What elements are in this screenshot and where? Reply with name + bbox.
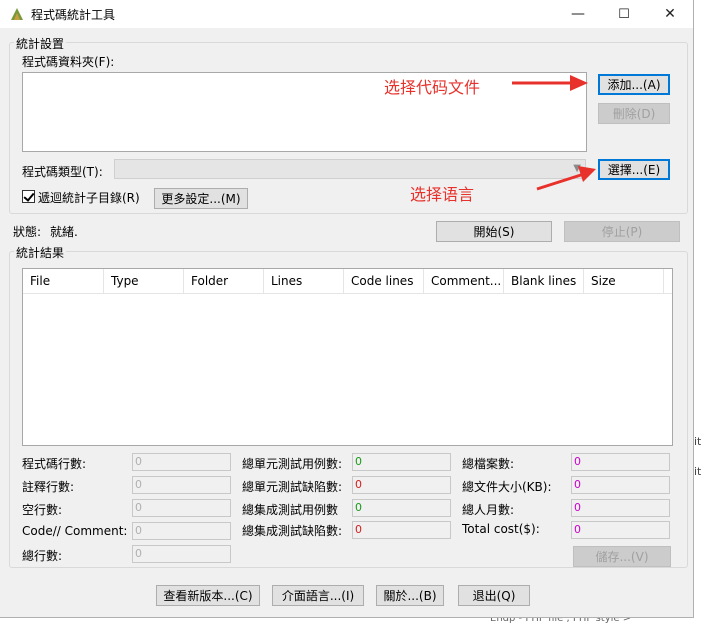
annotation-choose-language: 选择语言 xyxy=(410,185,475,204)
start-button[interactable]: 開始(S) xyxy=(436,221,552,242)
column-header-type[interactable]: Type xyxy=(104,269,184,293)
stat-value-field: 0 xyxy=(571,476,670,494)
annotation-choose-code-files: 选择代码文件 xyxy=(384,78,481,97)
stat-value-field: 0 xyxy=(132,476,231,494)
stat-value-field: 0 xyxy=(352,453,451,471)
stat-label: 總集成測試用例數 xyxy=(242,503,339,517)
stat-label: 程式碼行數: xyxy=(22,457,87,471)
add-folder-button[interactable]: 添加...(A) xyxy=(598,74,670,95)
stat-value-field: 0 xyxy=(571,521,670,539)
stat-label: 總單元測試缺陷數: xyxy=(242,480,343,494)
stat-value-field: 0 xyxy=(571,453,670,471)
red-arrow-icon xyxy=(536,166,596,191)
save-button[interactable]: 儲存...(V) xyxy=(573,546,671,567)
background-fragment-text: ityle xyxy=(694,435,701,448)
stat-label: 總檔案數: xyxy=(462,457,515,471)
title-bar: 程式碼統計工具 — ☐ ✕ xyxy=(0,0,693,28)
column-header-lines[interactable]: Lines xyxy=(264,269,344,293)
stat-label: 空行數: xyxy=(22,503,63,517)
stat-label: 總行數: xyxy=(22,549,63,563)
stat-label: 總文件大小(KB): xyxy=(462,480,552,494)
stat-label: 總單元測試用例數: xyxy=(242,457,343,471)
column-header-blank-lines[interactable]: Blank lines xyxy=(504,269,584,293)
column-header-code-lines[interactable]: Code lines xyxy=(344,269,424,293)
stat-value-field: 0 xyxy=(132,499,231,517)
stat-value-field: 0 xyxy=(132,453,231,471)
column-header-file[interactable]: File xyxy=(23,269,104,293)
column-header-folder[interactable]: Folder xyxy=(184,269,264,293)
minimize-button[interactable]: — xyxy=(555,0,601,28)
recursive-checkbox[interactable] xyxy=(22,190,35,203)
background-fragment-text: ityle xyxy=(694,465,701,478)
folder-label: 程式碼資料夾(F): xyxy=(22,55,115,69)
status-label: 狀態: xyxy=(13,225,42,239)
stat-value-field: 0 xyxy=(352,476,451,494)
stat-value-field: 0 xyxy=(352,499,451,517)
close-button[interactable]: ✕ xyxy=(647,0,693,28)
column-header-size[interactable]: Size xyxy=(584,269,664,293)
stat-value-field: 0 xyxy=(132,522,231,540)
stat-label: Code// Comment: xyxy=(22,524,128,538)
recursive-label[interactable]: 遞迴統計子目錄(R) xyxy=(38,189,140,206)
code-type-label: 程式碼類型(T): xyxy=(22,165,103,179)
column-header-comment[interactable]: Comment... xyxy=(424,269,504,293)
check-update-button[interactable]: 查看新版本...(C) xyxy=(156,585,260,606)
code-type-combo[interactable]: ▼ xyxy=(114,159,586,179)
settings-group-label: 統計設置 xyxy=(14,35,67,52)
stat-label: 總集成測試缺陷數: xyxy=(242,524,343,538)
stat-label: 註釋行數: xyxy=(22,480,75,494)
stop-button[interactable]: 停止(P) xyxy=(564,221,680,242)
stat-value-field: 0 xyxy=(352,521,451,539)
window-title: 程式碼統計工具 xyxy=(31,8,116,22)
exit-button[interactable]: 退出(Q) xyxy=(458,585,530,606)
stat-value-field: 0 xyxy=(132,545,231,563)
choose-type-button[interactable]: 選擇...(E) xyxy=(598,159,670,180)
results-table[interactable]: File Type Folder Lines Code lines Commen… xyxy=(22,268,673,446)
stat-label: 總人月數: xyxy=(462,503,515,517)
app-icon xyxy=(11,8,23,20)
results-group-label: 統計結果 xyxy=(14,244,67,261)
background-window-strip xyxy=(694,0,701,621)
about-button[interactable]: 關於...(B) xyxy=(376,585,444,606)
results-table-header: File Type Folder Lines Code lines Commen… xyxy=(23,269,672,294)
stat-label: Total cost($): xyxy=(462,522,540,536)
stat-value-field: 0 xyxy=(571,499,670,517)
maximize-button[interactable]: ☐ xyxy=(601,0,647,28)
status-value: 就緒. xyxy=(50,225,78,239)
delete-folder-button[interactable]: 刪除(D) xyxy=(598,103,670,124)
language-button[interactable]: 介面語言...(I) xyxy=(272,585,364,606)
more-settings-button[interactable]: 更多設定...(M) xyxy=(154,188,248,209)
red-arrow-icon xyxy=(512,75,588,91)
folder-list[interactable] xyxy=(22,72,587,152)
